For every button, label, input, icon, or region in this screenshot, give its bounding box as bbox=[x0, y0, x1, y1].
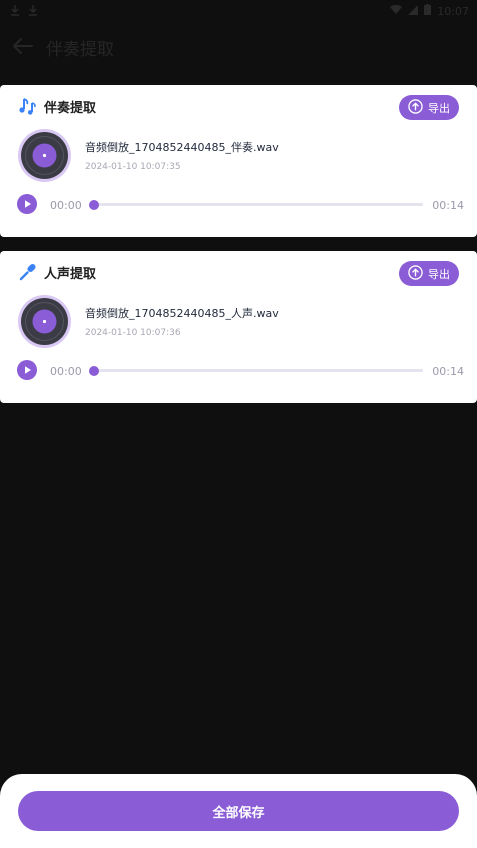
current-time: 00:00 bbox=[50, 199, 82, 212]
wifi-icon bbox=[390, 4, 403, 18]
status-time: 10:07 bbox=[437, 4, 469, 18]
vinyl-disc-icon bbox=[18, 129, 71, 182]
duration: 00:14 bbox=[432, 199, 464, 212]
card-title: 人声提取 bbox=[44, 267, 97, 282]
play-button[interactable] bbox=[17, 360, 37, 380]
upload-icon bbox=[408, 98, 423, 117]
export-button[interactable]: 导出 bbox=[399, 261, 459, 286]
upload-icon bbox=[408, 264, 423, 283]
download-icon bbox=[10, 4, 20, 19]
title-bar: 伴奏提取 bbox=[0, 30, 477, 62]
file-date: 2024-01-10 10:07:35 bbox=[85, 162, 181, 172]
current-time: 00:00 bbox=[50, 365, 82, 378]
file-date: 2024-01-10 10:07:36 bbox=[85, 328, 181, 338]
accompaniment-card: 伴奏提取 导出 音频倒放_1704852440485_伴奏.wav 2024-0… bbox=[0, 85, 477, 237]
battery-icon bbox=[424, 4, 432, 18]
card-title: 伴奏提取 bbox=[44, 101, 97, 116]
progress-slider[interactable] bbox=[89, 365, 423, 376]
export-label: 导出 bbox=[428, 267, 450, 281]
play-button[interactable] bbox=[17, 194, 37, 214]
file-name: 音频倒放_1704852440485_人声.wav bbox=[85, 307, 279, 320]
vinyl-disc-icon bbox=[18, 295, 71, 348]
arrow-left-icon[interactable] bbox=[12, 35, 34, 57]
page-title: 伴奏提取 bbox=[46, 40, 114, 60]
slider-knob[interactable] bbox=[89, 365, 99, 376]
duration: 00:14 bbox=[432, 365, 464, 378]
progress-slider[interactable] bbox=[89, 199, 423, 210]
microphone-icon bbox=[18, 262, 38, 282]
export-button[interactable]: 导出 bbox=[399, 95, 459, 120]
file-name: 音频倒放_1704852440485_伴奏.wav bbox=[85, 141, 279, 154]
export-label: 导出 bbox=[428, 101, 450, 115]
status-bar: 10:07 bbox=[0, 0, 477, 22]
slider-knob[interactable] bbox=[89, 199, 99, 210]
signal-icon bbox=[408, 4, 419, 18]
vocal-card: 人声提取 导出 音频倒放_1704852440485_人声.wav 2024-0… bbox=[0, 251, 477, 403]
music-note-icon bbox=[18, 96, 38, 116]
bottom-panel: 全部保存 bbox=[0, 774, 477, 848]
save-all-button[interactable]: 全部保存 bbox=[18, 791, 459, 831]
download-icon bbox=[28, 4, 38, 19]
